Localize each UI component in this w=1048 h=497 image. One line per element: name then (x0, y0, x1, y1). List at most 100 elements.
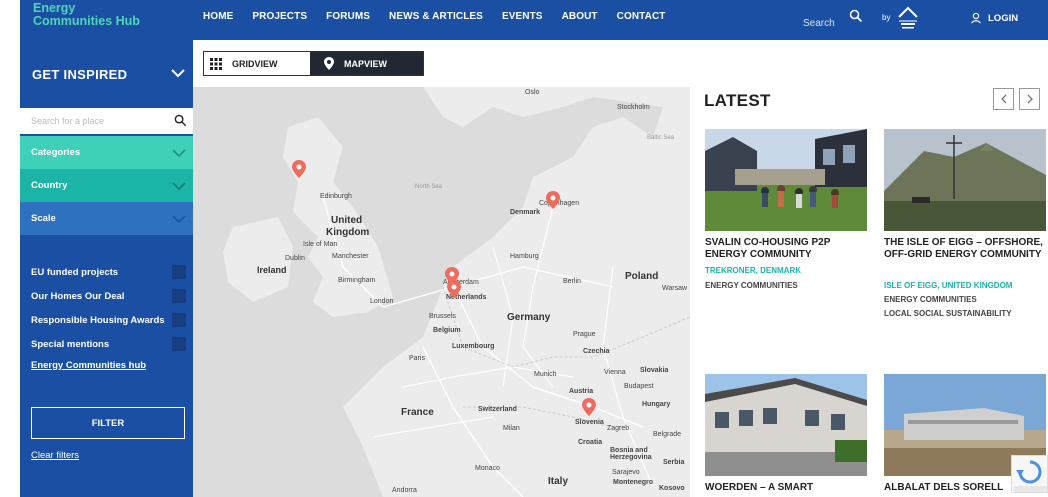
projects-map[interactable]: Oslo Stockholm Baltic Sea North Sea Edin… (193, 87, 690, 497)
map-label: Birmingham (338, 277, 376, 284)
map-label: Herzegovina (610, 454, 652, 461)
nav-contact[interactable]: CONTACT (617, 11, 666, 22)
get-inspired-toggle[interactable]: GET INSPIRED (20, 58, 193, 88)
map-label: Vienna (604, 369, 626, 376)
map-marker[interactable] (292, 160, 306, 178)
checkbox[interactable] (172, 337, 186, 351)
top-navigation-bar: Energy Communities Hub HOME PROJECTS FOR… (20, 0, 1048, 40)
chevron-down-icon (172, 182, 186, 191)
checkbox-label: Responsible Housing Awards (31, 315, 165, 326)
map-label: Manchester (332, 253, 369, 260)
latest-prev-button[interactable] (993, 88, 1014, 110)
checkbox-label: Special mentions (31, 339, 110, 350)
card-location: ISLE OF EIGG, UNITED KINGDOM (884, 281, 1013, 290)
checkbox-responsible-housing[interactable]: Responsible Housing Awards (31, 313, 186, 337)
map-label: Brussels (429, 313, 456, 320)
categories-accordion[interactable]: Categories (20, 136, 193, 169)
checkbox-special-mentions[interactable]: Special mentions (31, 337, 186, 361)
checkbox-label: EU funded projects (31, 267, 119, 278)
place-search-input[interactable] (20, 108, 160, 134)
country-accordion[interactable]: Country (20, 169, 193, 202)
checkbox-eu-funded[interactable]: EU funded projects (31, 265, 186, 289)
card-tag[interactable]: ENERGY COMMUNITIES (705, 281, 798, 290)
latest-next-button[interactable] (1019, 88, 1040, 110)
chevron-down-icon (171, 69, 185, 78)
map-label: Czechia (583, 348, 610, 355)
map-label: Prague (573, 331, 596, 338)
nav-home[interactable]: HOME (203, 11, 233, 22)
map-label: Hamburg (510, 253, 539, 260)
map-label: Austria (569, 388, 594, 395)
map-label: France (401, 407, 434, 418)
nav-news-articles[interactable]: NEWS & ARTICLES (389, 11, 483, 22)
map-label: Monaco (475, 465, 500, 472)
mapview-tab[interactable]: MAPVIEW (310, 52, 423, 75)
categories-label: Categories (31, 147, 81, 158)
map-label: Munich (534, 371, 557, 378)
card-title[interactable]: WOERDEN – A SMART (705, 482, 867, 494)
checkbox[interactable] (172, 289, 186, 303)
nav-forums[interactable]: FORUMS (326, 11, 370, 22)
scale-accordion[interactable]: Scale (20, 202, 193, 235)
user-icon (971, 12, 981, 24)
map-label: Paris (409, 355, 425, 362)
latest-card[interactable]: THE ISLE OF EIGG – OFFSHORE, OFF-GRID EN… (884, 129, 1046, 359)
card-title[interactable]: THE ISLE OF EIGG – OFFSHORE, OFF-GRID EN… (884, 237, 1046, 261)
country-label: Country (31, 180, 68, 191)
checkbox-label: Our Homes Our Deal (31, 291, 125, 302)
recaptcha-badge[interactable] (1011, 455, 1048, 493)
map-label: Warsaw (662, 285, 688, 292)
map-label: Ireland (257, 265, 287, 275)
map-label: Bosnia and (610, 447, 648, 454)
card-tag[interactable]: LOCAL SOCIAL SUSTAINABILITY (884, 309, 1012, 318)
search-icon[interactable] (849, 9, 863, 23)
clear-filters-link[interactable]: Clear filters (31, 450, 79, 461)
map-label: Croatia (578, 439, 603, 446)
map-label: Milan (503, 425, 520, 432)
login-label: LOGIN (988, 12, 1019, 24)
recaptcha-icon (1014, 460, 1047, 492)
latest-heading: LATEST (704, 91, 771, 110)
map-marker[interactable] (447, 280, 461, 298)
card-photo (705, 129, 867, 231)
filter-button[interactable]: FILTER (31, 407, 185, 439)
site-logo[interactable]: Energy Communities Hub (33, 2, 140, 28)
map-label: Dublin (285, 255, 305, 262)
mapview-label: MAPVIEW (344, 58, 388, 69)
map-label: United (331, 215, 363, 226)
search-icon[interactable] (174, 114, 187, 127)
housing-europe-logo[interactable] (897, 5, 919, 33)
checkbox[interactable] (172, 265, 186, 279)
map-label: Poland (625, 271, 659, 282)
card-tag[interactable]: ENERGY COMMUNITIES (884, 295, 977, 304)
card-image[interactable] (705, 374, 867, 476)
checkbox[interactable] (172, 313, 186, 327)
map-label: North Sea (415, 184, 443, 190)
nav-about[interactable]: ABOUT (562, 11, 598, 22)
card-title[interactable]: SVALIN CO-HOUSING P2P ENERGY COMMUNITY (705, 237, 867, 261)
gridview-label: GRIDVIEW (232, 58, 278, 69)
header-search-label[interactable]: Search (803, 18, 835, 29)
map-marker[interactable] (546, 191, 560, 209)
map-label: Edinburgh (320, 193, 352, 200)
map-pin-icon (324, 57, 334, 70)
logo-line-2: Communities Hub (33, 14, 140, 28)
latest-card[interactable]: WOERDEN – A SMART (705, 374, 867, 497)
map-canvas (223, 87, 690, 497)
map-marker[interactable] (582, 398, 596, 416)
gridview-tab[interactable]: GRIDVIEW (204, 52, 310, 75)
chevron-down-icon (172, 215, 186, 224)
nav-events[interactable]: EVENTS (502, 11, 543, 22)
get-inspired-title: GET INSPIRED (32, 67, 128, 82)
latest-card[interactable]: SVALIN CO-HOUSING P2P ENERGY COMMUNITY T… (705, 129, 867, 359)
map-label: Italy (548, 476, 569, 487)
nav-projects[interactable]: PROJECTS (252, 11, 307, 22)
login-link[interactable]: LOGIN (970, 12, 1018, 24)
card-image[interactable] (705, 129, 867, 231)
map-label: Germany (507, 312, 551, 323)
map-label: Budapest (624, 383, 654, 390)
energy-communities-hub-link[interactable]: Energy Communities hub (31, 360, 146, 371)
map-label: Zagreb (607, 425, 630, 432)
card-image[interactable] (884, 129, 1046, 231)
checkbox-our-homes[interactable]: Our Homes Our Deal (31, 289, 186, 313)
